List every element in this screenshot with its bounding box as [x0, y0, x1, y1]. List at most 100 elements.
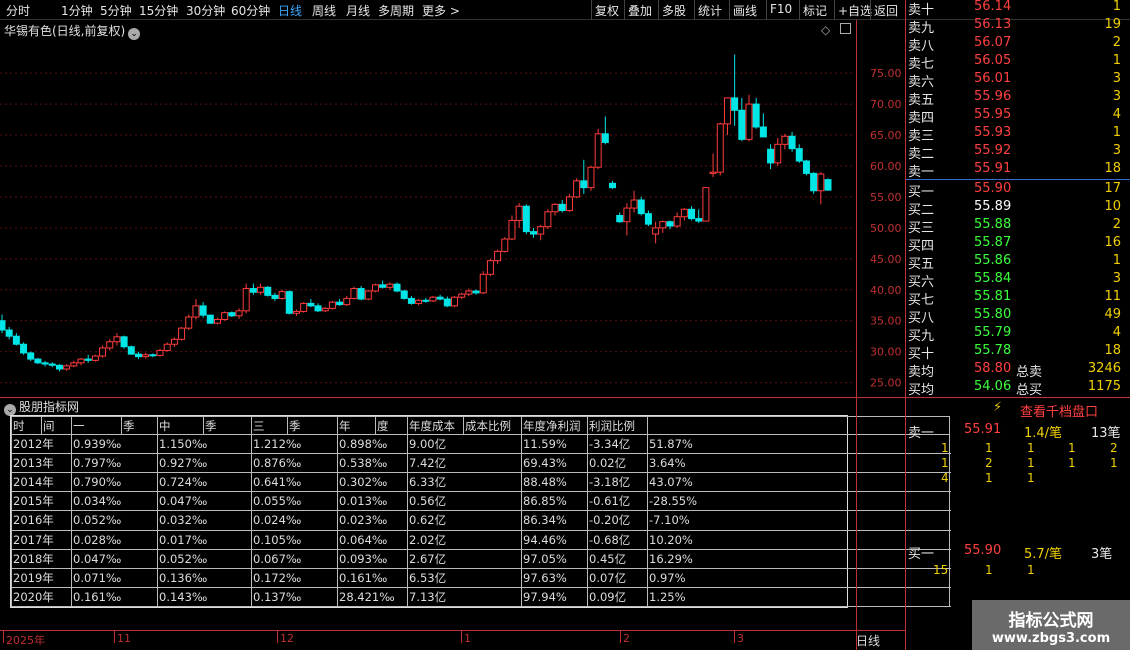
orderbook-price: 55.81: [974, 289, 1012, 304]
candle-body: [213, 318, 221, 324]
table-cell: 97.63%: [521, 567, 588, 588]
orderbook-volume: 1: [1112, 125, 1121, 140]
orderbook-volume: 17: [1104, 181, 1121, 196]
table-cell: 0.047‰: [157, 491, 252, 512]
orderbook-price: 55.93: [974, 125, 1012, 140]
orderbook-level-label: 卖七: [908, 57, 935, 72]
table-cell: 0.013‰: [337, 491, 408, 512]
orderbook-price: 56.05: [974, 53, 1012, 68]
period-tab-7[interactable]: 周线: [312, 2, 336, 19]
summary-total-value: 1175: [1087, 379, 1121, 394]
depth-tick: 2: [985, 456, 993, 470]
candle-body: [630, 199, 638, 209]
candle-body: [192, 305, 200, 318]
toolbar-button-6[interactable]: 标记: [803, 2, 827, 19]
orderbook-row[interactable]: 卖六 56.01 3: [906, 71, 1130, 90]
chevron-down-icon[interactable]: ⌄: [128, 28, 141, 40]
candle-body: [106, 341, 114, 349]
orderbook-row[interactable]: 卖二 55.92 3: [906, 143, 1130, 162]
toolbar-button-3[interactable]: 统计: [698, 2, 722, 19]
period-tab-1[interactable]: 1分钟: [61, 2, 93, 19]
period-tab-4[interactable]: 30分钟: [186, 2, 225, 19]
table-cell: 6.33亿: [407, 472, 522, 493]
orderbook-row[interactable]: 买一 55.90 17: [906, 181, 1130, 200]
table-cell: 0.024‰: [251, 510, 338, 531]
orderbook-row[interactable]: 买五 55.86 1: [906, 253, 1130, 272]
indicator-title: ⌄ 股朋指标网: [4, 398, 79, 416]
toolbar-button-1[interactable]: 叠加: [628, 2, 652, 19]
period-tab-0[interactable]: 分时: [6, 2, 30, 19]
orderbook-row[interactable]: 买三 55.88 2: [906, 217, 1130, 236]
candle-body: [738, 109, 746, 140]
depth-tick: 1: [941, 456, 949, 470]
depth-divider: [906, 397, 1130, 398]
y-tick-label: 35.00: [870, 315, 902, 328]
column-header: 时: [11, 416, 42, 435]
toolbar-button-7[interactable]: +自选: [838, 2, 872, 19]
toolbar-button-2[interactable]: 多股: [662, 2, 686, 19]
period-tab-9[interactable]: 多周期: [378, 2, 414, 19]
candle-body: [709, 171, 717, 174]
orderbook-row[interactable]: 卖一 55.91 18: [906, 161, 1130, 180]
candle-body: [774, 143, 782, 164]
candle-body: [185, 316, 193, 329]
period-tab-2[interactable]: 5分钟: [100, 2, 132, 19]
orderbook-row[interactable]: 卖九 56.13 19: [906, 17, 1130, 36]
orderbook-level-label: 买二: [908, 203, 935, 218]
candle-body: [0, 320, 6, 331]
period-tab-5[interactable]: 60分钟: [231, 2, 270, 19]
candlestick-chart[interactable]: 75.00 70.00 65.00 60.00 55.00 50.00 45.00 40.00…: [0, 20, 905, 397]
period-tab-6[interactable]: 日线: [278, 2, 302, 19]
candle-body: [508, 219, 516, 240]
candle-body: [379, 284, 387, 288]
period-tab-10[interactable]: 更多 >: [422, 2, 460, 19]
orderbook-level-label: 买四: [908, 239, 935, 254]
orderbook-row[interactable]: 买四 55.87 16: [906, 235, 1130, 254]
table-cell: 0.56亿: [407, 491, 522, 512]
orderbook-row[interactable]: 买九 55.79 4: [906, 325, 1130, 344]
orderbook-row[interactable]: 卖四 55.95 4: [906, 107, 1130, 126]
candle-body: [371, 284, 379, 292]
candle-body: [580, 180, 588, 189]
diamond-icon[interactable]: ◇: [821, 23, 830, 37]
depth-tick: 1: [985, 563, 993, 577]
candle-body: [415, 299, 423, 304]
orderbook-row[interactable]: 买二 55.89 10: [906, 199, 1130, 218]
x-tick-label: 12: [280, 632, 294, 645]
depth-tick: 4: [941, 471, 949, 485]
view-depth-link[interactable]: 查看千档盘口: [1020, 401, 1098, 420]
table-header-row: 时间一季中季三季年度年度成本 成本比例 年度净利润 利润比例: [11, 416, 950, 435]
orderbook-row[interactable]: 买十 55.78 18: [906, 343, 1130, 362]
x-tick-mark: [734, 631, 735, 643]
orderbook-level-label: 买五: [908, 257, 935, 272]
toolbar-button-5[interactable]: F10: [770, 2, 792, 16]
candle-body: [767, 148, 775, 164]
column-header: 利润比例: [587, 416, 648, 435]
orderbook-row[interactable]: 卖三 55.93 1: [906, 125, 1130, 144]
orderbook-row[interactable]: 买七 55.81 11: [906, 289, 1130, 308]
toolbar-button-4[interactable]: 画线: [733, 2, 757, 19]
x-tick-label: 2: [623, 632, 630, 645]
orderbook-row[interactable]: 卖八 56.07 2: [906, 35, 1130, 54]
orderbook-row[interactable]: 买六 55.84 3: [906, 271, 1130, 290]
candle-body: [321, 307, 329, 312]
orderbook-volume: 1: [1112, 253, 1121, 268]
toolbar-separator: [658, 0, 659, 20]
toolbar-button-0[interactable]: 复权: [595, 2, 619, 19]
x-tick-label: 3: [737, 632, 744, 645]
table-cell: 0.034‰: [71, 491, 158, 512]
table-cell: 0.064‰: [337, 529, 408, 550]
panel-toggle-icon[interactable]: [840, 23, 851, 34]
table-cell: 0.105‰: [251, 529, 338, 550]
table-cell: 86.85%: [521, 491, 588, 512]
candle-body: [156, 349, 164, 356]
table-cell: 0.017‰: [157, 529, 252, 550]
period-tab-8[interactable]: 月线: [346, 2, 370, 19]
orderbook-row[interactable]: 卖十 56.14 1: [906, 0, 1130, 18]
orderbook-row[interactable]: 卖七 56.05 1: [906, 53, 1130, 72]
candle-body: [314, 305, 322, 312]
orderbook-row[interactable]: 买八 55.80 49: [906, 307, 1130, 326]
toolbar-button-8[interactable]: 返回: [874, 2, 898, 19]
orderbook-row[interactable]: 卖五 55.96 3: [906, 89, 1130, 108]
period-tab-3[interactable]: 15分钟: [139, 2, 178, 19]
